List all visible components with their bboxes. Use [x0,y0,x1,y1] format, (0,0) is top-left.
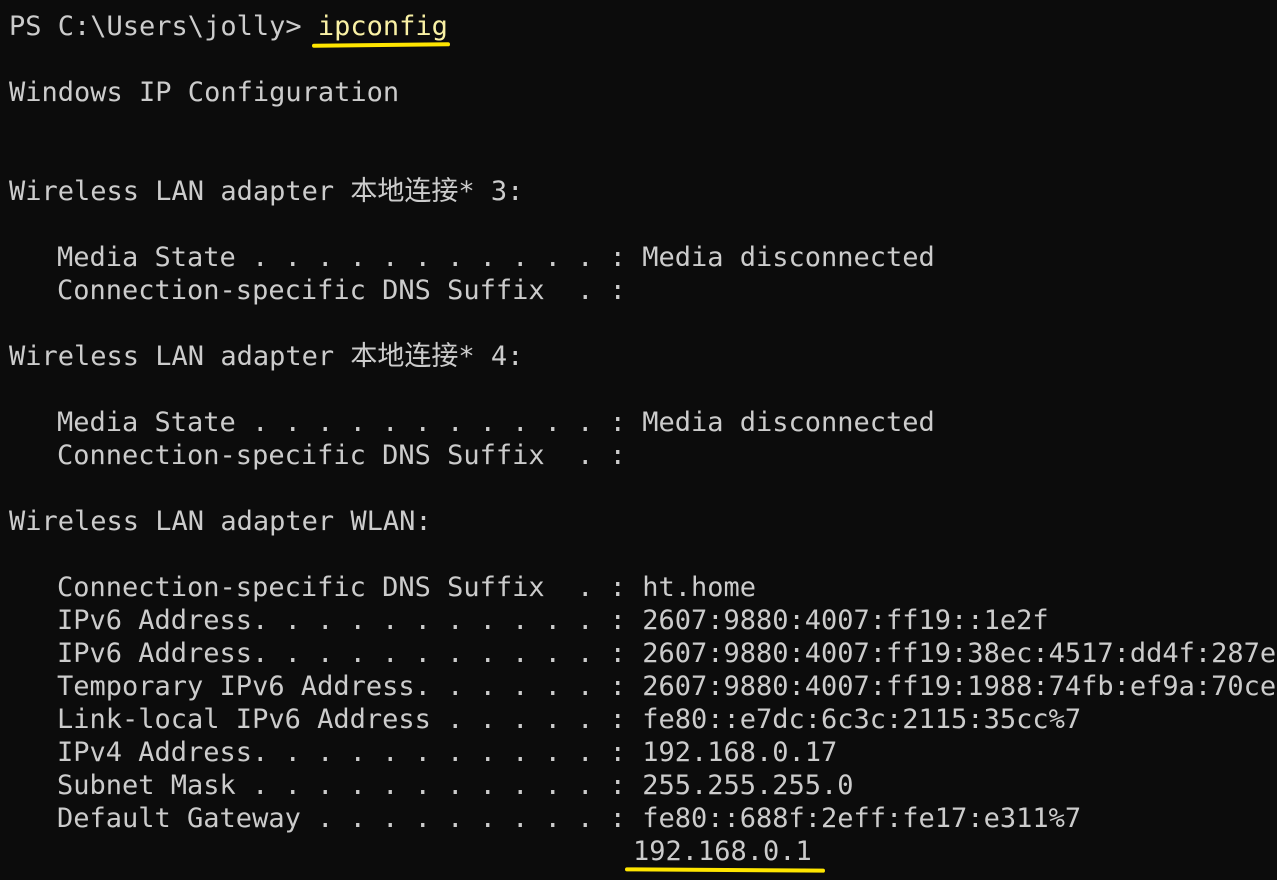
prompt-text: PS C:\Users\jolly> [9,11,318,42]
adapter-row: IPv6 Address. . . . . . . . . . . : 2607… [9,637,1276,670]
adapter-row: Media State . . . . . . . . . . . : Medi… [9,241,1271,274]
row-label: IPv6 Address. . . . . . . . . . . : [57,638,643,669]
gateway-highlight-mark [624,867,826,873]
gateway-extra-line: 192.168.0.1 [9,835,1271,873]
row-value: 2607:9880:4007:ff19:38ec:4517:dd4f:287e [642,638,1277,669]
row-label: Link-local IPv6 Address . . . . . : [57,704,643,735]
adapter-row: IPv6 Address. . . . . . . . . . . : 2607… [9,604,1271,637]
row-value: fe80::e7dc:6c3c:2115:35cc%7 [642,704,1082,735]
adapter-row: Subnet Mask . . . . . . . . . . . : 255.… [9,769,1271,802]
row-value: 2607:9880:4007:ff19::1e2f [642,605,1049,636]
command-text: ipconfig [317,11,448,42]
adapter-title: Wireless LAN adapter 本地连接* 4: [9,341,524,372]
heading-line: Windows IP Configuration [9,77,400,108]
terminal-output[interactable]: PS C:\Users\jolly> ipconfig Windows IP C… [9,10,1276,873]
adapter-row: Connection-specific DNS Suffix . : [9,439,1271,472]
row-label: Temporary IPv6 Address. . . . . . : [57,671,643,702]
row-label: Media State . . . . . . . . . . . : [57,242,643,273]
row-label: Connection-specific DNS Suffix . : [57,440,643,471]
prompt-line: PS C:\Users\jolly> ipconfig [9,10,1271,48]
row-value: 2607:9880:4007:ff19:1988:74fb:ef9a:70ce [642,671,1277,702]
row-value: Media disconnected [642,407,935,438]
gateway-ipv4: 192.168.0.1 [633,836,812,867]
row-value: Media disconnected [642,242,935,273]
adapter-title: Wireless LAN adapter 本地连接* 3: [9,176,524,207]
row-label: Default Gateway . . . . . . . . . : [57,803,643,834]
adapter-row: Media State . . . . . . . . . . . : Medi… [9,406,1271,439]
row-value: ht.home [642,572,756,603]
row-label: IPv4 Address. . . . . . . . . . . : [57,737,643,768]
adapter-row: Connection-specific DNS Suffix . : [9,274,1271,307]
row-label: Media State . . . . . . . . . . . : [57,407,643,438]
adapter-title: Wireless LAN adapter WLAN: [9,506,432,537]
row-label: Connection-specific DNS Suffix . : [57,275,643,306]
row-value: 255.255.255.0 [642,770,854,801]
row-label: IPv6 Address. . . . . . . . . . . : [57,605,643,636]
adapter-row: IPv4 Address. . . . . . . . . . . : 192.… [9,736,1271,769]
row-value: fe80::688f:2eff:fe17:e311%7 [642,803,1082,834]
adapter-row: Connection-specific DNS Suffix . : ht.ho… [9,571,1271,604]
adapter-row: Link-local IPv6 Address . . . . . : fe80… [9,703,1271,736]
adapter-row: Default Gateway . . . . . . . . . : fe80… [9,802,1271,835]
row-value: 192.168.0.17 [642,737,838,768]
row-label: Connection-specific DNS Suffix . : [57,572,643,603]
adapter-row: Temporary IPv6 Address. . . . . . : 2607… [9,670,1276,703]
row-label: Subnet Mask . . . . . . . . . . . : [57,770,643,801]
